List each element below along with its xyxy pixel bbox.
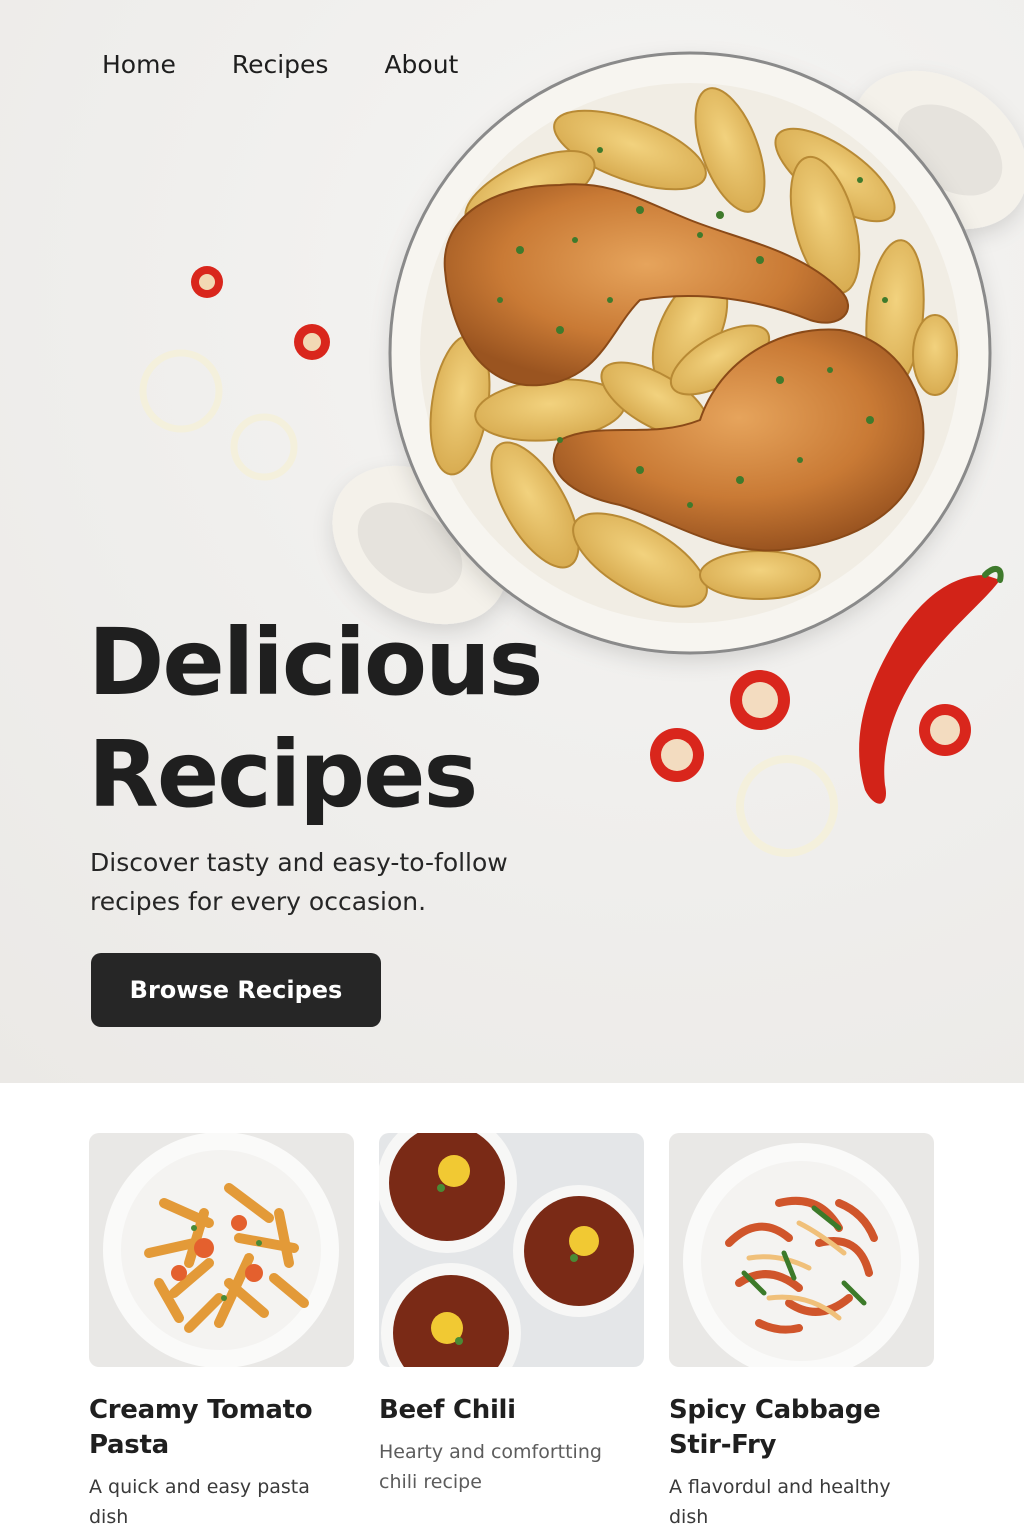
recipe-description: A quick and easy pasta dish <box>89 1476 310 1528</box>
chicken-legs <box>443 147 925 552</box>
chili-bowls-image[interactable] <box>379 1133 644 1367</box>
nav-home[interactable]: Home <box>102 50 176 79</box>
onion-ring-right <box>736 755 838 857</box>
recipe-landing-page: Home Recipes About Delicious Recipes Dis… <box>0 0 1024 1536</box>
recipe-title[interactable]: Spicy Cabbage Stir-Fry <box>669 1393 934 1463</box>
recipe-title[interactable]: Beef Chili <box>379 1393 644 1428</box>
pan-handle-top <box>852 70 1024 230</box>
pan <box>388 51 992 655</box>
hero-section: Home Recipes About Delicious Recipes Dis… <box>0 0 1024 1083</box>
recipe-card-spicy-cabbage-stir-fry[interactable]: Spicy Cabbage Stir-Fry A flavordul and h… <box>669 1133 934 1532</box>
hero-title-line-2: Recipes <box>88 721 478 828</box>
nav-about[interactable]: About <box>384 50 458 79</box>
recipe-cards: Creamy Tomato Pasta A quick and easy pas… <box>89 1133 935 1532</box>
hero-subtitle: Discover tasty and easy-to-follow recipe… <box>90 848 508 916</box>
chili-pepper <box>859 566 1004 804</box>
recipe-card-creamy-tomato-pasta[interactable]: Creamy Tomato Pasta A quick and easy pas… <box>89 1133 354 1532</box>
browse-recipes-button[interactable]: Browse Recipes <box>91 953 381 1027</box>
potato-wedges <box>429 87 958 608</box>
onion-rings-left <box>139 349 298 481</box>
recipe-description: Hearty and comfortting chili recipe <box>379 1441 602 1493</box>
chili-slices-right <box>650 670 971 782</box>
chili-slices-left <box>191 266 330 360</box>
recipe-description: A flavordul and healthy dish <box>669 1476 891 1528</box>
cabbage-stirfry-image[interactable] <box>669 1133 934 1367</box>
nav-recipes[interactable]: Recipes <box>232 50 329 79</box>
hero-title-line-1: Delicious <box>88 609 543 716</box>
chili-bowl <box>513 1185 644 1317</box>
main-nav: Home Recipes About <box>102 50 458 79</box>
pasta-bowl-image[interactable] <box>89 1133 354 1367</box>
recipe-card-beef-chili[interactable]: Beef Chili Hearty and comfortting chili … <box>379 1133 644 1532</box>
hero-title: Delicious Recipes <box>88 607 543 831</box>
recipe-title[interactable]: Creamy Tomato Pasta <box>89 1393 354 1463</box>
